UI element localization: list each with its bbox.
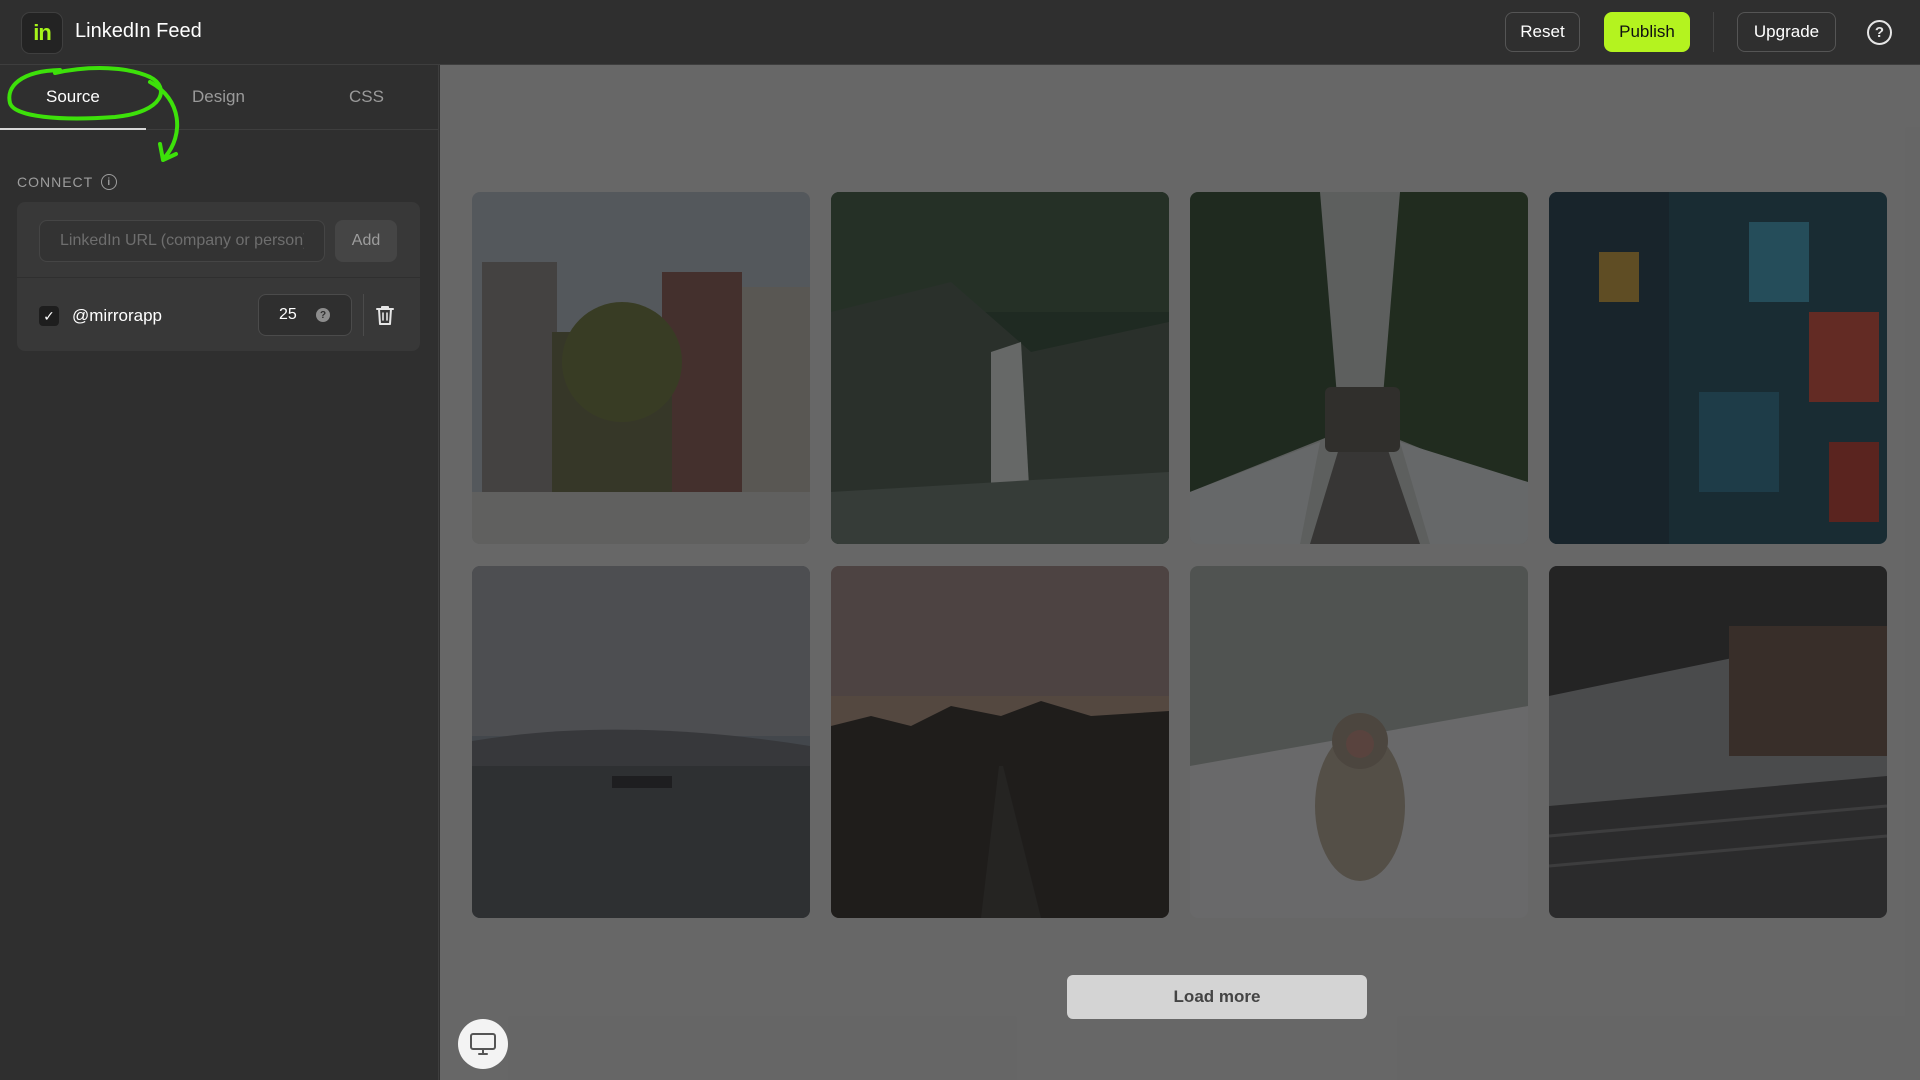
post-count-field[interactable]: 25 ? [258,294,352,336]
linkedin-url-input[interactable] [39,220,325,262]
info-icon[interactable]: i [101,174,118,190]
reset-button[interactable]: Reset [1505,12,1580,52]
connect-label-text: CONNECT [17,174,94,190]
tab-css[interactable]: CSS [349,87,384,107]
feed-preview: Load more [440,65,1920,1080]
load-more-button: Load more [1067,975,1367,1019]
connect-section-label: CONNECT i [17,174,118,190]
monitor-icon [470,1033,496,1055]
logo-text: in [33,20,52,45]
card-vertical-divider [363,294,364,336]
count-info-icon[interactable]: ? [316,308,330,322]
preview-dim-overlay [440,65,1920,1080]
source-handle: @mirrorapp [72,306,162,325]
trash-icon[interactable] [373,303,397,327]
app-logo: in [21,12,63,54]
upgrade-button[interactable]: Upgrade [1737,12,1836,52]
header-divider [1713,12,1714,52]
connect-card: Add ✓ @mirrorapp 25 ? [17,202,420,351]
app-title: LinkedIn Feed [75,20,202,42]
help-icon[interactable]: ? [1867,20,1892,45]
top-bar: in LinkedIn Feed Reset Publish Upgrade ? [0,0,1920,65]
source-checkbox[interactable]: ✓ [39,306,59,326]
publish-button[interactable]: Publish [1604,12,1690,52]
card-divider [17,277,420,278]
sidebar: Source Design CSS CONNECT i Add ✓ @mirro… [0,65,439,1080]
desktop-preview-icon[interactable] [458,1019,508,1069]
add-button[interactable]: Add [335,220,397,262]
post-count-value[interactable]: 25 [279,306,297,324]
highlight-circle-arrow-icon [7,66,180,162]
